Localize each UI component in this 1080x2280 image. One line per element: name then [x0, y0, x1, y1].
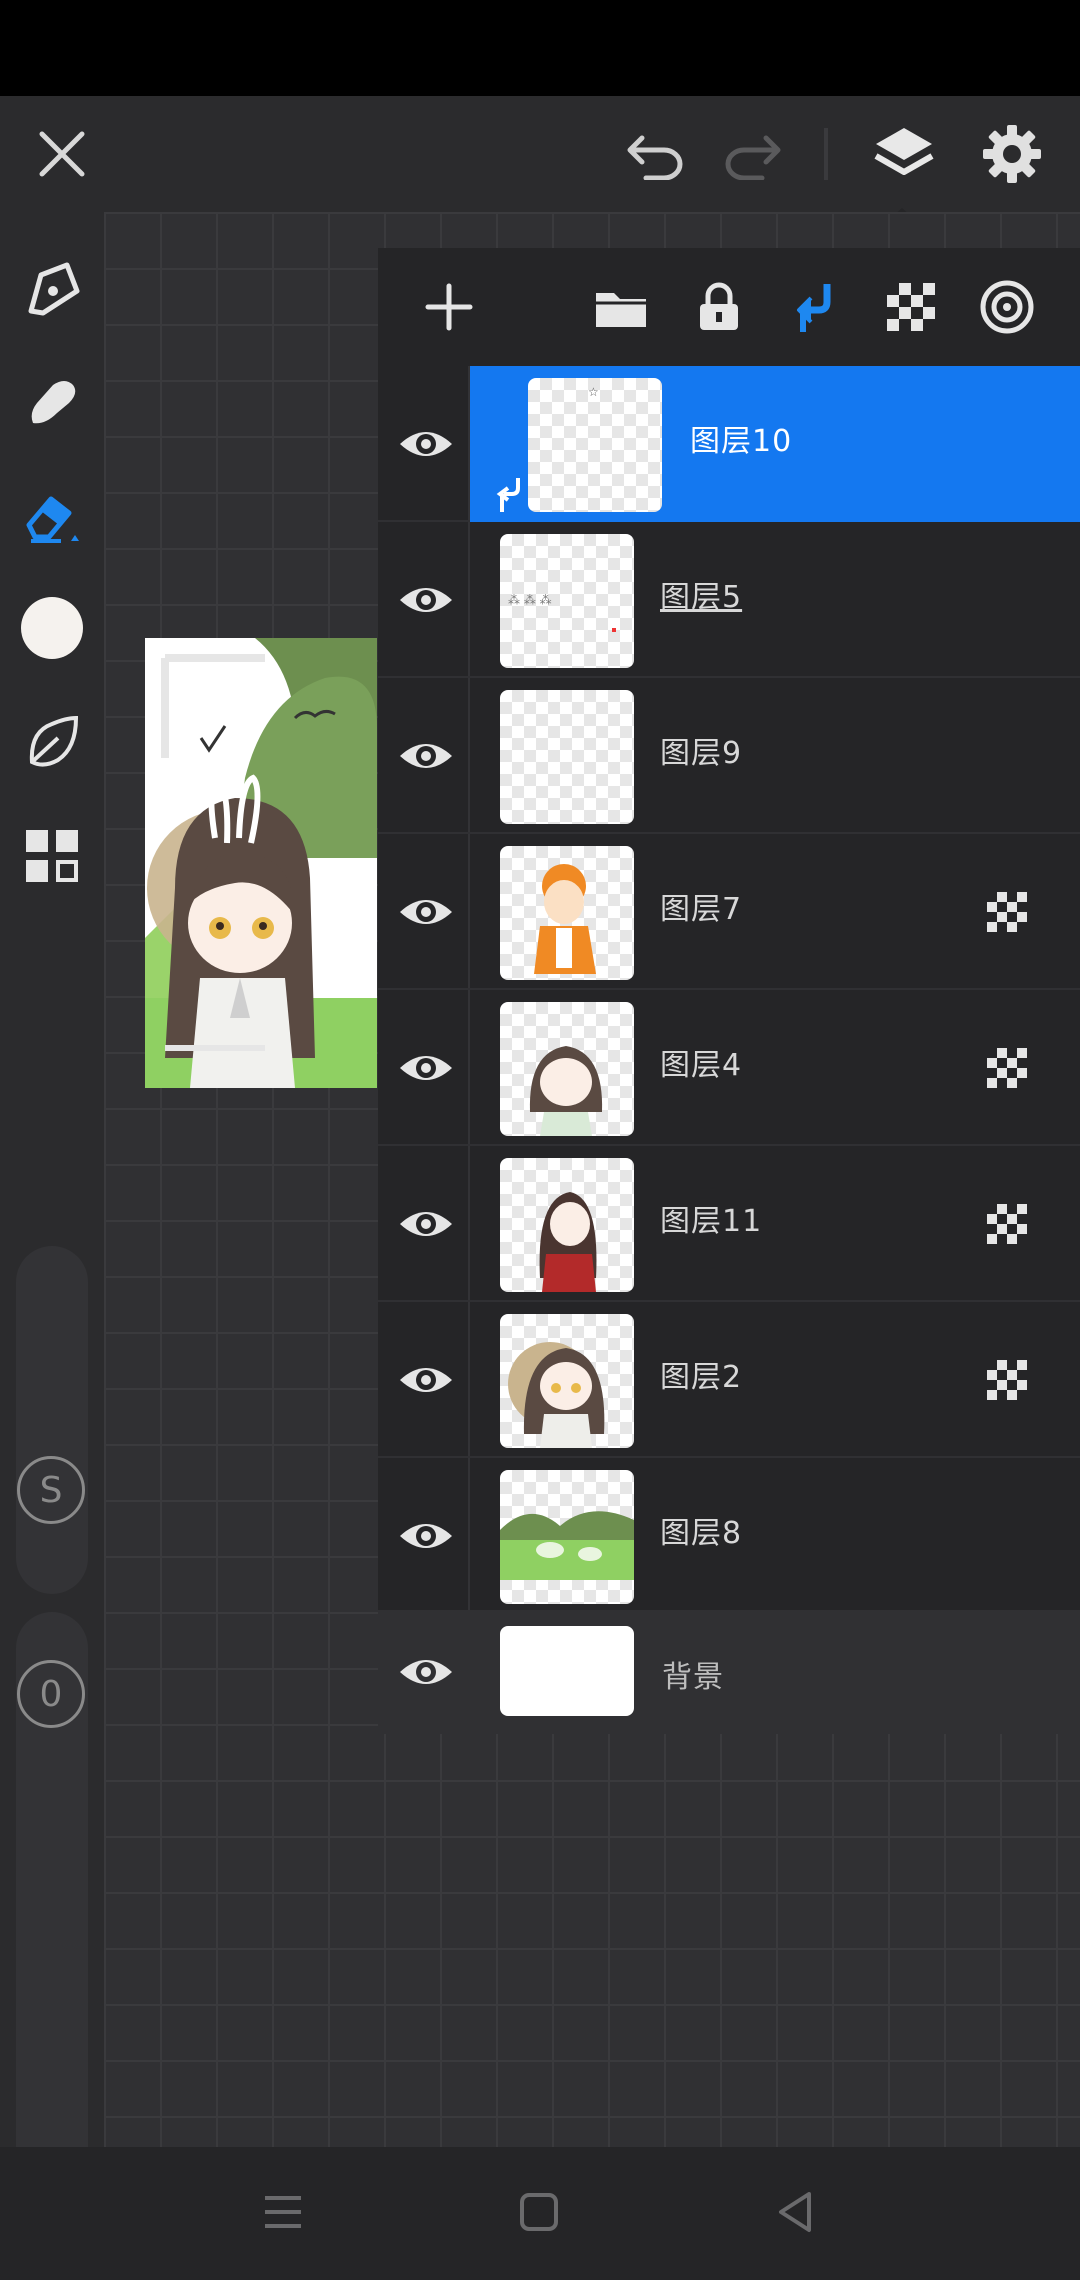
layer-thumbnail: ⁂ ⁂ ⁂	[500, 534, 634, 668]
layer-thumbnail	[500, 846, 634, 980]
alpha-lock-icon[interactable]	[987, 892, 1027, 932]
layer-row-5[interactable]: ⁂ ⁂ ⁂ 图层5	[378, 522, 1080, 678]
left-toolbar: S 0	[0, 212, 104, 2220]
back-icon[interactable]	[760, 2177, 830, 2247]
size-slider-label: S	[39, 1469, 63, 1511]
layers-panel-toolbar	[378, 248, 1080, 366]
visibility-eye-icon[interactable]	[396, 570, 456, 630]
row-divider	[468, 990, 470, 1144]
background-color-swatch[interactable]	[500, 1626, 634, 1716]
visibility-eye-icon[interactable]	[396, 1350, 456, 1410]
layer-name: 图层7	[660, 892, 743, 927]
eraser-icon[interactable]	[16, 480, 88, 552]
svg-text:⁂ ⁂ ⁂: ⁂ ⁂ ⁂	[508, 593, 552, 607]
color-swatch[interactable]	[16, 592, 88, 664]
layer-thumbnail: ☆	[528, 378, 662, 512]
svg-text:☆: ☆	[588, 385, 599, 399]
layers-panel: ☆ 图层10 ⁂ ⁂ ⁂ 图层5 图层9 图层7 图层4 图层11 图层2 图层…	[378, 248, 1080, 1734]
row-divider	[468, 678, 470, 832]
clip-arrow-icon	[496, 478, 520, 512]
folder-icon[interactable]	[584, 270, 658, 344]
row-divider	[468, 1146, 470, 1300]
system-nav-bar	[0, 2147, 1080, 2280]
leaf-icon[interactable]	[16, 706, 88, 778]
layer-row-7[interactable]: 图层7	[378, 834, 1080, 990]
row-divider	[468, 1302, 470, 1456]
row-divider	[468, 834, 470, 988]
layer-name: 背景	[662, 1660, 724, 1695]
visibility-eye-icon[interactable]	[396, 1506, 456, 1566]
close-icon[interactable]	[24, 116, 100, 192]
row-divider	[468, 366, 470, 520]
size-slider-knob[interactable]: S	[17, 1456, 85, 1524]
current-color-dot	[21, 597, 83, 659]
artwork-canvas[interactable]	[145, 638, 377, 1088]
row-divider	[468, 1458, 470, 1612]
layer-thumbnail	[500, 1470, 634, 1604]
status-bar	[0, 0, 1080, 96]
layer-thumbnail	[500, 690, 634, 824]
home-icon[interactable]	[504, 2177, 574, 2247]
layer-name: 图层11	[660, 1204, 763, 1239]
layer-row-2[interactable]: 图层2	[378, 1302, 1080, 1458]
visibility-eye-icon[interactable]	[396, 1642, 456, 1702]
layer-row-background[interactable]: 背景	[378, 1610, 1080, 1734]
menu-icon[interactable]	[248, 2177, 318, 2247]
alpha-lock-icon[interactable]	[987, 1204, 1027, 1244]
clip-mask-icon[interactable]	[778, 270, 852, 344]
lock-icon[interactable]	[682, 270, 756, 344]
visibility-eye-icon[interactable]	[396, 414, 456, 474]
visibility-eye-icon[interactable]	[396, 882, 456, 942]
layer-row-4[interactable]: 图层4	[378, 990, 1080, 1146]
layer-name: 图层5	[660, 580, 743, 615]
layer-row-10[interactable]: ☆ 图层10	[378, 366, 1080, 522]
grid-menu-icon[interactable]	[16, 820, 88, 892]
layer-row-11[interactable]: 图层11	[378, 1146, 1080, 1302]
opacity-slider-label: 0	[39, 1673, 63, 1715]
brush-size-slider[interactable]: S	[16, 1246, 88, 1594]
undo-icon[interactable]	[616, 116, 696, 192]
brush-opacity-slider[interactable]: 0	[16, 1612, 88, 2220]
alpha-lock-icon[interactable]	[987, 1360, 1027, 1400]
layer-thumbnail	[500, 1158, 634, 1292]
layer-name: 图层2	[660, 1360, 743, 1395]
top-toolbar	[0, 96, 1080, 222]
redo-icon[interactable]	[712, 116, 792, 192]
layer-row-9[interactable]: 图层9	[378, 678, 1080, 834]
alpha-lock-icon[interactable]	[987, 1048, 1027, 1088]
layer-name: 图层9	[660, 736, 743, 771]
toolbar-divider	[824, 128, 828, 180]
layer-thumbnail	[500, 1314, 634, 1448]
layer-name: 图层8	[660, 1516, 743, 1551]
visibility-eye-icon[interactable]	[396, 1038, 456, 1098]
layer-name: 图层4	[660, 1048, 743, 1083]
blend-icon[interactable]	[970, 270, 1044, 344]
layers-icon[interactable]	[864, 114, 944, 194]
layer-name: 图层10	[690, 424, 793, 459]
visibility-eye-icon[interactable]	[396, 726, 456, 786]
alpha-lock-icon[interactable]	[874, 270, 948, 344]
layer-row-8[interactable]: 图层8	[378, 1458, 1080, 1614]
visibility-eye-icon[interactable]	[396, 1194, 456, 1254]
row-divider	[468, 522, 470, 676]
pen-icon[interactable]	[16, 254, 88, 326]
gear-icon[interactable]	[972, 114, 1052, 194]
smudge-icon[interactable]	[16, 366, 88, 438]
layer-thumbnail	[500, 1002, 634, 1136]
add-layer-icon[interactable]	[412, 270, 486, 344]
opacity-slider-knob[interactable]: 0	[17, 1660, 85, 1728]
